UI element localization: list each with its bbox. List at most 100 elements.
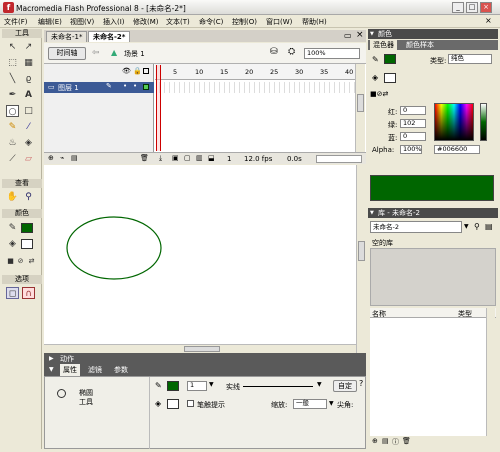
stroke-hint-checkbox[interactable]: [187, 400, 194, 407]
library-panel-header[interactable]: 库 - 未命名-2: [368, 208, 498, 218]
custom-stroke-button[interactable]: 自定: [333, 380, 357, 392]
onion-outline-icon[interactable]: ▢: [184, 154, 191, 162]
layer-lock-dot[interactable]: •: [133, 82, 137, 90]
drawn-ellipse[interactable]: [66, 216, 162, 280]
stroke-color-swatch[interactable]: [21, 223, 33, 233]
green-field[interactable]: 102: [400, 119, 426, 128]
scale-arrow-icon[interactable]: ▼: [329, 400, 334, 407]
pen-tool-icon[interactable]: ✒: [6, 89, 19, 101]
stroke-style-preview[interactable]: [243, 386, 313, 387]
maximize-button[interactable]: □: [466, 2, 478, 13]
ink-bottle-tool-icon[interactable]: ♨: [6, 137, 19, 149]
menu-close-icon[interactable]: ×: [485, 16, 492, 25]
mixer-stroke-swatch[interactable]: [384, 54, 396, 64]
edit-symbol-icon[interactable]: ⛭: [288, 47, 295, 57]
hex-field[interactable]: #006600: [434, 145, 480, 154]
back-arrow-icon[interactable]: ⇦: [92, 48, 100, 58]
text-tool-icon[interactable]: A: [22, 89, 35, 101]
menu-modify[interactable]: 修改(M): [133, 17, 159, 27]
edit-multiple-icon[interactable]: ▥: [196, 154, 203, 162]
stroke-style-arrow-icon[interactable]: ▼: [317, 381, 322, 388]
tab-filters[interactable]: 滤镜: [88, 365, 102, 375]
zoom-tool-icon[interactable]: ⚲: [22, 191, 35, 203]
timeline-scroll-thumb[interactable]: [357, 94, 364, 112]
tab-mixer[interactable]: 混色器: [370, 40, 397, 50]
minimize-button[interactable]: _: [452, 2, 464, 13]
eraser-tool-icon[interactable]: ▱: [22, 153, 35, 165]
layer-row[interactable]: ▭ 图层 1 ✎ • •: [44, 82, 154, 93]
library-document-select[interactable]: 未命名-2: [370, 221, 462, 233]
playhead[interactable]: [156, 65, 161, 151]
delete-icon[interactable]: 🗑: [402, 437, 411, 445]
free-transform-tool-icon[interactable]: ⬚: [6, 57, 19, 69]
pin-icon[interactable]: ⚲: [474, 222, 480, 231]
brightness-slider[interactable]: [480, 103, 487, 141]
stroke-width-field[interactable]: 1: [187, 381, 207, 391]
stroke-width-arrow-icon[interactable]: ▼: [209, 381, 214, 388]
stroke-color-picker[interactable]: [167, 381, 179, 391]
layer-outline-color[interactable]: [143, 84, 149, 90]
mixer-fill-swatch[interactable]: [384, 73, 396, 83]
tab-swatches[interactable]: 颜色样本: [406, 40, 434, 50]
hand-tool-icon[interactable]: ✋: [6, 191, 19, 203]
stage-vscroll[interactable]: [356, 165, 366, 353]
center-frame-icon[interactable]: ⤓: [159, 154, 162, 163]
tab-properties[interactable]: 属性: [60, 364, 80, 376]
frame-track[interactable]: [155, 82, 355, 93]
layer-visible-dot[interactable]: •: [123, 82, 127, 90]
fill-type-select[interactable]: 纯色: [448, 54, 492, 64]
menu-insert[interactable]: 插入(I): [103, 17, 125, 27]
frame-rate[interactable]: 12.0 fps: [244, 155, 272, 163]
library-item-list[interactable]: [370, 318, 486, 436]
timeline-hscroll[interactable]: [316, 155, 362, 163]
trash-icon[interactable]: 🗑: [140, 154, 149, 162]
stage-hscroll-thumb[interactable]: [184, 346, 220, 352]
onion-skin-icon[interactable]: ▣: [172, 154, 179, 162]
help-icon[interactable]: ?: [359, 379, 363, 388]
add-folder-icon[interactable]: ▤: [71, 154, 78, 162]
frame-ruler[interactable]: 5 10 15 20 25 30 35 40: [155, 64, 355, 80]
arrow-tool-icon[interactable]: ↖: [6, 41, 19, 53]
add-guide-icon[interactable]: ⌁: [60, 154, 64, 162]
tab-document-1[interactable]: 未命名-1*: [46, 31, 88, 42]
zoom-select[interactable]: 100%: [304, 48, 360, 59]
library-select-arrow-icon[interactable]: ▼: [464, 223, 469, 230]
scale-select[interactable]: 一般: [293, 399, 327, 409]
tab-parameters[interactable]: 参数: [114, 365, 128, 375]
timeline-toggle-button[interactable]: 时间轴: [48, 47, 86, 60]
lasso-tool-icon[interactable]: ϱ: [22, 73, 35, 85]
fill-color-picker[interactable]: [167, 399, 179, 409]
menu-file[interactable]: 文件(F): [4, 17, 28, 27]
close-window-button[interactable]: ×: [480, 2, 492, 13]
menu-window[interactable]: 窗口(W): [266, 17, 292, 27]
menu-control[interactable]: 控制(O): [232, 17, 257, 27]
menu-commands[interactable]: 命令(C): [199, 17, 223, 27]
paint-bucket-tool-icon[interactable]: ◈: [22, 137, 35, 149]
line-tool-icon[interactable]: ╲: [6, 73, 19, 85]
properties-icon[interactable]: ⓘ: [392, 437, 399, 447]
menu-text[interactable]: 文本(T): [166, 17, 190, 27]
fill-transform-tool-icon[interactable]: ▦: [22, 57, 35, 69]
stage[interactable]: [44, 165, 366, 353]
snap-to-objects-icon[interactable]: ∩: [22, 287, 35, 299]
brush-tool-icon[interactable]: ⁄: [22, 121, 35, 133]
restore-doc-icon[interactable]: ▭: [344, 31, 352, 40]
menu-view[interactable]: 视图(V): [70, 17, 94, 27]
onion-markers-icon[interactable]: ⬓: [208, 154, 215, 162]
oval-tool-icon[interactable]: ○: [6, 105, 19, 117]
menu-edit[interactable]: 编辑(E): [38, 17, 62, 27]
pencil-tool-icon[interactable]: ✎: [6, 121, 19, 133]
rectangle-tool-icon[interactable]: □: [22, 105, 35, 117]
outline-icon[interactable]: [143, 68, 149, 74]
new-library-icon[interactable]: ▤: [485, 222, 493, 231]
mixer-default-colors-icon[interactable]: ■⊘⇄: [370, 90, 388, 98]
stage-vscroll-thumb[interactable]: [358, 241, 365, 261]
edit-scene-icon[interactable]: ⛁: [270, 47, 278, 57]
new-folder-icon[interactable]: ▤: [382, 437, 389, 445]
object-drawing-icon[interactable]: ◻: [6, 287, 19, 299]
color-panel-header[interactable]: 颜色: [368, 29, 498, 39]
collapse-arrow-icon[interactable]: ▼: [49, 366, 54, 373]
menu-help[interactable]: 帮助(H): [302, 17, 327, 27]
close-doc-icon[interactable]: ×: [356, 30, 364, 40]
subselect-tool-icon[interactable]: ↗: [22, 41, 35, 53]
